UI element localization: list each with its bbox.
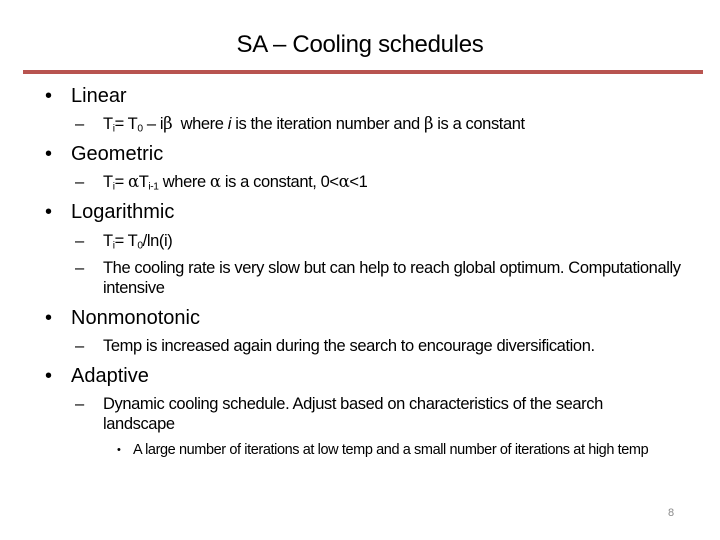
bullet-icon: • bbox=[45, 85, 53, 107]
page-number: 8 bbox=[668, 507, 675, 519]
beta-symbol: β bbox=[423, 114, 434, 133]
slide: SA – Cooling schedules • Linear – Ti= T0… bbox=[0, 0, 720, 540]
formula-symbol: – i bbox=[142, 115, 164, 133]
beta-symbol: β bbox=[163, 114, 173, 133]
heading-logarithmic: Logarithmic bbox=[71, 201, 175, 223]
formula-symbol: /ln(i) bbox=[142, 232, 173, 250]
adaptive-description-text: Dynamic cooling schedule. Adjust based o… bbox=[103, 395, 603, 433]
slide-title: SA – Cooling schedules bbox=[236, 31, 484, 58]
alpha-symbol: α bbox=[209, 172, 221, 191]
linear-formula-text: Ti= T0 – iβ where i is the iteration num… bbox=[103, 114, 683, 134]
text-run: is the iteration number and bbox=[231, 115, 424, 133]
formula-symbol: T bbox=[103, 232, 113, 250]
heading-nonmonotonic: Nonmonotonic bbox=[71, 307, 200, 329]
dash-icon: – bbox=[75, 395, 84, 413]
formula-symbol: = bbox=[114, 173, 128, 191]
text-run: is a constant, 0< bbox=[220, 173, 339, 191]
dash-icon: – bbox=[75, 259, 84, 277]
text-run: is a constant bbox=[433, 115, 525, 133]
bullet-icon: • bbox=[45, 365, 53, 387]
bullet-icon: • bbox=[45, 307, 53, 329]
text-run: where bbox=[172, 115, 228, 133]
dash-icon: – bbox=[75, 232, 84, 250]
adaptive-subitem-text: A large number of iterations at low temp… bbox=[133, 442, 649, 458]
geometric-formula-text: Ti= αTi-1 where α is a constant, 0<α<1 bbox=[103, 172, 683, 192]
alpha-symbol: α bbox=[338, 172, 350, 191]
alpha-symbol: α bbox=[127, 172, 139, 191]
text-run: where bbox=[158, 173, 210, 191]
formula-symbol: T bbox=[103, 115, 113, 133]
logarithmic-formula-text: Ti= T0/ln(i) bbox=[103, 231, 683, 251]
title-divider bbox=[23, 70, 703, 74]
formula-subscript: i-1 bbox=[148, 181, 159, 193]
heading-geometric: Geometric bbox=[71, 143, 164, 165]
formula-symbol: = T bbox=[114, 115, 138, 133]
bullet-icon: • bbox=[45, 201, 53, 223]
heading-linear: Linear bbox=[71, 85, 127, 107]
nonmonotonic-description-text: Temp is increased again during the searc… bbox=[103, 337, 595, 355]
text-run: <1 bbox=[349, 173, 368, 191]
dash-icon: – bbox=[75, 173, 84, 191]
formula-symbol: T bbox=[103, 173, 113, 191]
bullet-icon: • bbox=[117, 444, 121, 456]
dash-icon: – bbox=[75, 337, 84, 355]
logarithmic-description-text: The cooling rate is very slow but can he… bbox=[103, 259, 681, 297]
heading-adaptive: Adaptive bbox=[71, 365, 149, 387]
formula-symbol: = T bbox=[114, 232, 138, 250]
formula-symbol: T bbox=[138, 173, 149, 191]
dash-icon: – bbox=[75, 115, 84, 133]
bullet-icon: • bbox=[45, 143, 53, 165]
